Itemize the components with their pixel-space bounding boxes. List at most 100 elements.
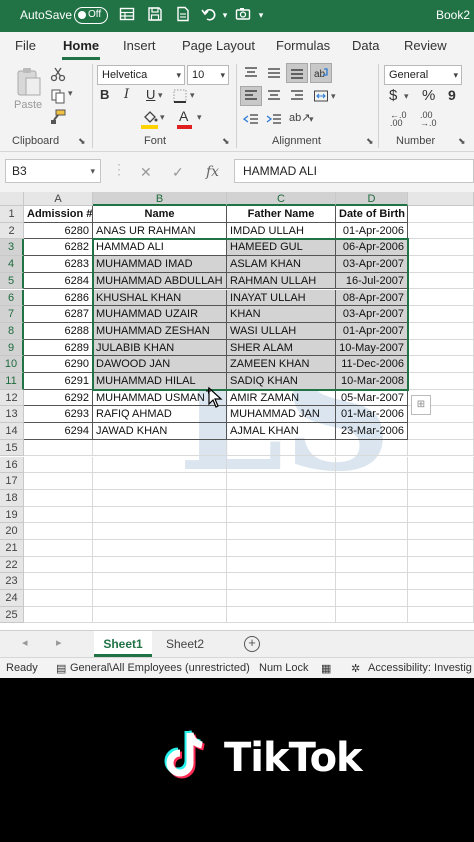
increase-indent-icon[interactable]	[266, 112, 282, 129]
table-cell[interactable]: KHUSHAL KHAN	[93, 289, 227, 307]
row-header-8[interactable]: 8	[0, 322, 24, 340]
table-cell[interactable]	[408, 222, 474, 240]
autosave-toggle[interactable]: Off	[74, 7, 108, 24]
table-cell[interactable]: 16-Jul-2007	[336, 272, 408, 290]
table-cell[interactable]	[336, 473, 408, 490]
undo-dropdown-icon[interactable]: ▾	[216, 6, 234, 24]
table-cell[interactable]: 6291	[24, 373, 93, 390]
table-cell[interactable]: HAMMAD ALI	[93, 239, 227, 257]
table-cell[interactable]	[24, 439, 93, 457]
table-icon[interactable]	[118, 6, 136, 24]
tab-page-layout[interactable]: Page Layout	[182, 38, 255, 53]
fill-dropdown-icon[interactable]: ▾	[160, 112, 165, 123]
table-cell[interactable]	[93, 590, 227, 607]
table-cell[interactable]: 6289	[24, 339, 93, 357]
row-header-7[interactable]: 7	[0, 306, 24, 323]
table-cell[interactable]	[408, 239, 474, 257]
table-cell[interactable]: SHER ALAM	[227, 339, 336, 357]
font-launcher-icon[interactable]: ⬊	[222, 136, 230, 147]
font-size-select[interactable]: 10 ▾	[187, 65, 229, 85]
table-cell[interactable]: 6294	[24, 423, 93, 440]
table-cell[interactable]	[408, 506, 474, 524]
table-cell[interactable]	[408, 573, 474, 591]
tab-review[interactable]: Review	[404, 38, 447, 53]
comma-style-icon[interactable]: 9	[448, 87, 456, 103]
row-header-16[interactable]: 16	[0, 456, 24, 474]
italic-button[interactable]: I	[124, 87, 129, 102]
save-icon[interactable]	[146, 6, 164, 24]
table-cell[interactable]: 6287	[24, 306, 93, 323]
table-cell[interactable]	[408, 206, 474, 223]
table-cell[interactable]	[408, 556, 474, 574]
table-cell[interactable]	[93, 523, 227, 540]
row-header-3[interactable]: 3	[0, 239, 24, 257]
table-cell[interactable]	[408, 373, 474, 390]
column-header-d[interactable]: D	[336, 192, 408, 206]
table-cell[interactable]: AMIR ZAMAN	[227, 389, 336, 407]
copy-dropdown-icon[interactable]: ▾	[68, 88, 73, 99]
table-cell[interactable]	[227, 573, 336, 591]
table-cell[interactable]	[408, 306, 474, 323]
table-cell[interactable]	[408, 473, 474, 490]
align-top-icon[interactable]	[243, 66, 259, 83]
table-cell[interactable]: 01-Mar-2006	[336, 406, 408, 424]
table-cell[interactable]	[24, 506, 93, 524]
document-icon[interactable]	[174, 6, 192, 24]
next-sheet-icon[interactable]: ▸	[56, 636, 62, 649]
table-cell[interactable]	[227, 606, 336, 624]
alignment-launcher-icon[interactable]: ⬊	[366, 136, 374, 147]
row-header-9[interactable]: 9	[0, 339, 24, 357]
table-cell[interactable]: KHAN	[227, 306, 336, 323]
table-cell[interactable]	[408, 523, 474, 540]
table-cell[interactable]	[408, 540, 474, 557]
wrap-text-icon[interactable]: ab	[313, 66, 329, 83]
table-cell[interactable]	[408, 590, 474, 607]
table-cell[interactable]	[408, 439, 474, 457]
table-cell[interactable]	[408, 606, 474, 624]
table-cell[interactable]	[24, 573, 93, 591]
table-cell[interactable]: 6293	[24, 406, 93, 424]
table-cell[interactable]: 11-Dec-2006	[336, 356, 408, 373]
enter-icon[interactable]: ✓	[172, 164, 184, 181]
table-cell[interactable]: 08-Apr-2007	[336, 289, 408, 307]
prev-sheet-icon[interactable]: ◂	[22, 636, 28, 649]
table-cell[interactable]: 10-May-2007	[336, 339, 408, 357]
table-cell[interactable]	[336, 456, 408, 474]
table-cell[interactable]: 10-Mar-2008	[336, 373, 408, 390]
table-cell[interactable]	[227, 556, 336, 574]
accessibility-status[interactable]: Accessibility: Investig	[368, 662, 472, 674]
row-header-5[interactable]: 5	[0, 272, 24, 290]
sensitivity-icon[interactable]: ▤	[56, 662, 66, 675]
decrease-decimal-icon[interactable]: .00 →.0	[420, 111, 437, 128]
number-format-select[interactable]: General ▾	[384, 65, 462, 85]
row-header-11[interactable]: 11	[0, 373, 24, 390]
table-cell[interactable]: AJMAL KHAN	[227, 423, 336, 440]
row-header-14[interactable]: 14	[0, 423, 24, 440]
row-header-24[interactable]: 24	[0, 590, 24, 607]
align-left-icon[interactable]	[243, 89, 259, 106]
table-cell[interactable]: ANAS UR RAHMAN	[93, 222, 227, 240]
cut-icon[interactable]	[50, 66, 66, 85]
row-header-22[interactable]: 22	[0, 556, 24, 574]
table-cell[interactable]	[93, 506, 227, 524]
table-cell[interactable]: MUHAMMAD IMAD	[93, 256, 227, 273]
table-cell[interactable]	[227, 456, 336, 474]
table-cell[interactable]	[408, 339, 474, 357]
font-color-icon[interactable]: A	[179, 108, 188, 124]
table-cell[interactable]	[227, 506, 336, 524]
column-header-e[interactable]	[408, 192, 474, 206]
table-cell[interactable]: MUHAMMAD JAN	[227, 406, 336, 424]
table-cell[interactable]	[227, 590, 336, 607]
percent-button[interactable]: %	[422, 87, 435, 104]
table-cell[interactable]	[93, 489, 227, 507]
row-header-19[interactable]: 19	[0, 506, 24, 524]
table-header-cell[interactable]: Name	[93, 206, 227, 223]
sheet-tab-sheet2[interactable]: Sheet2	[156, 631, 214, 657]
table-cell[interactable]: 03-Apr-2007	[336, 256, 408, 273]
bold-button[interactable]: B	[100, 87, 109, 102]
row-header-18[interactable]: 18	[0, 489, 24, 507]
table-cell[interactable]	[227, 439, 336, 457]
table-cell[interactable]: MUHAMMAD ZESHAN	[93, 322, 227, 340]
table-cell[interactable]	[24, 473, 93, 490]
row-header-17[interactable]: 17	[0, 473, 24, 490]
